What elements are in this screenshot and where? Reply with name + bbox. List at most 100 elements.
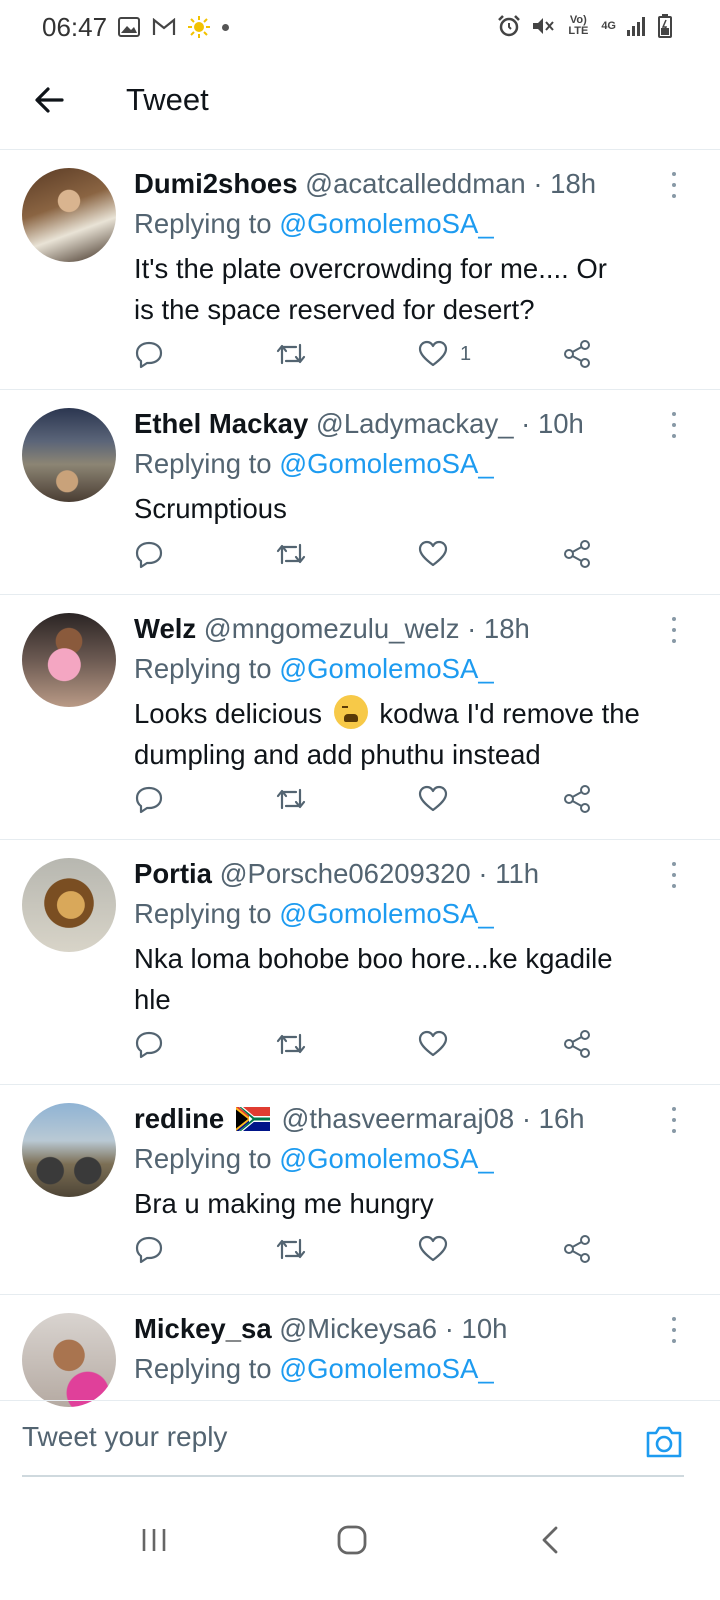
mention-link[interactable]: @GomolemoSA_	[279, 898, 493, 929]
share-icon	[564, 1030, 590, 1058]
share-button[interactable]	[562, 1229, 592, 1269]
timestamp: 18h	[550, 168, 597, 199]
sun-icon	[188, 16, 210, 38]
heart-icon	[418, 1235, 448, 1262]
composer-underline	[22, 1475, 684, 1477]
share-button[interactable]	[562, 779, 592, 819]
tweet-text: Nka loma bohobe boo hore...ke kgadile hl…	[134, 938, 694, 1020]
replying-to-line: Replying to @GomolemoSA_	[134, 444, 694, 484]
replying-to-label: Replying to	[134, 1353, 272, 1384]
mention-link[interactable]: @GomolemoSA_	[279, 1143, 493, 1174]
timestamp: 16h	[538, 1103, 585, 1134]
share-button[interactable]	[562, 334, 592, 374]
avatar[interactable]	[22, 613, 116, 707]
like-button[interactable]	[418, 1229, 460, 1269]
mention-link[interactable]: @GomolemoSA_	[279, 653, 493, 684]
display-name[interactable]: Dumi2shoes	[134, 168, 298, 199]
display-name[interactable]: Mickey_sa	[134, 1313, 272, 1344]
reply-button[interactable]	[134, 1024, 164, 1064]
retweet-button[interactable]	[274, 1229, 308, 1269]
recent-apps-button[interactable]	[124, 1510, 184, 1570]
reply-button[interactable]	[134, 334, 164, 374]
tweet-text-line: Bra u making me hungry	[134, 1188, 434, 1219]
retweet-button[interactable]	[274, 534, 308, 574]
display-name[interactable]: redline	[134, 1103, 224, 1134]
replying-to-label: Replying to	[134, 1143, 272, 1174]
tweet-item[interactable]: Welz @mngomezulu_welz · 18h Replying to …	[0, 595, 720, 840]
heart-icon	[418, 540, 448, 567]
back-button[interactable]	[30, 80, 70, 120]
like-button[interactable]: 1	[418, 334, 471, 374]
share-icon	[564, 340, 590, 368]
mention-link[interactable]: @GomolemoSA_	[279, 208, 493, 239]
tweet-item[interactable]: Portia @Porsche06209320 · 11h Replying t…	[0, 840, 720, 1085]
timestamp: 18h	[483, 613, 530, 644]
tweet-header-line: Mickey_sa @Mickeysa6 · 10h	[134, 1309, 694, 1349]
tweet-body: Ethel Mackay @Ladymackay_ · 10h Replying…	[134, 404, 694, 529]
avatar[interactable]	[22, 1103, 116, 1197]
display-name[interactable]: Welz	[134, 613, 196, 644]
tweet-text: Looks delicious kodwa I'd remove the dum…	[134, 693, 694, 775]
replies-feed[interactable]: Dumi2shoes @acatcalleddman · 18h Replyin…	[0, 150, 720, 1425]
arrow-left-icon	[35, 87, 64, 113]
avatar[interactable]	[22, 858, 116, 952]
tweet-text-segment: Looks delicious	[134, 698, 323, 729]
system-nav-bar	[0, 1480, 720, 1600]
camera-button[interactable]	[644, 1423, 684, 1461]
user-handle: @acatcalleddman	[305, 168, 526, 199]
replying-to-label: Replying to	[134, 208, 272, 239]
tweet-body: Mickey_sa @Mickeysa6 · 10h Replying to @…	[134, 1309, 694, 1389]
retweet-button[interactable]	[274, 779, 308, 819]
replying-to-line: Replying to @GomolemoSA_	[134, 204, 694, 244]
share-button[interactable]	[562, 1024, 592, 1064]
reply-button[interactable]	[134, 779, 164, 819]
tweet-item[interactable]: redline @thasveermaraj08 · 16h Replying …	[0, 1085, 720, 1295]
reply-button[interactable]	[134, 534, 164, 574]
retweet-button[interactable]	[274, 334, 308, 374]
south-africa-flag-icon	[235, 1106, 270, 1131]
reply-icon	[135, 541, 163, 569]
tweet-item[interactable]: Dumi2shoes @acatcalleddman · 18h Replyin…	[0, 150, 720, 390]
system-back-button[interactable]	[520, 1510, 580, 1570]
like-button[interactable]	[418, 1024, 460, 1064]
avatar[interactable]	[22, 168, 116, 262]
retweet-icon	[276, 343, 306, 365]
tweet-header: Tweet	[0, 56, 720, 150]
mention-link[interactable]: @GomolemoSA_	[279, 448, 493, 479]
separator-dot: ·	[533, 168, 543, 199]
replying-to-label: Replying to	[134, 448, 272, 479]
tweet-body: redline @thasveermaraj08 · 16h Replying …	[134, 1099, 694, 1224]
tweet-text: It's the plate overcrowding for me.... O…	[134, 248, 694, 330]
heart-icon	[418, 785, 448, 812]
like-button[interactable]	[418, 534, 460, 574]
retweet-icon	[276, 1238, 306, 1260]
tweet-text-line: dumpling and add phuthu instead	[134, 739, 541, 770]
replying-to-label: Replying to	[134, 898, 272, 929]
reply-button[interactable]	[134, 1229, 164, 1269]
share-button[interactable]	[562, 534, 592, 574]
reply-input[interactable]: Tweet your reply	[22, 1421, 227, 1453]
avatar[interactable]	[22, 408, 116, 502]
user-handle: @thasveermaraj08	[281, 1103, 515, 1134]
retweet-icon	[276, 1033, 306, 1055]
dot-icon	[222, 23, 229, 31]
retweet-icon	[276, 543, 306, 565]
tweet-text-line: is the space reserved for desert?	[134, 294, 535, 325]
mention-link[interactable]: @GomolemoSA_	[279, 1353, 493, 1384]
reply-composer[interactable]: Tweet your reply	[0, 1400, 720, 1480]
tweet-text-line: Scrumptious	[134, 493, 287, 524]
tweet-item[interactable]: Ethel Mackay @Ladymackay_ · 10h Replying…	[0, 390, 720, 595]
home-button[interactable]	[322, 1510, 382, 1570]
tweet-text-line: Looks delicious kodwa I'd remove the	[134, 693, 694, 734]
like-button[interactable]	[418, 779, 460, 819]
avatar[interactable]	[22, 1313, 116, 1407]
like-count: 1	[460, 342, 472, 365]
share-icon	[564, 1235, 590, 1263]
retweet-button[interactable]	[274, 1024, 308, 1064]
display-name[interactable]: Ethel Mackay	[134, 408, 308, 439]
reply-icon	[135, 1031, 163, 1059]
display-name[interactable]: Portia	[134, 858, 212, 889]
tweet-actions	[134, 779, 604, 819]
mute-icon	[533, 18, 555, 34]
separator-dot: ·	[478, 858, 488, 889]
